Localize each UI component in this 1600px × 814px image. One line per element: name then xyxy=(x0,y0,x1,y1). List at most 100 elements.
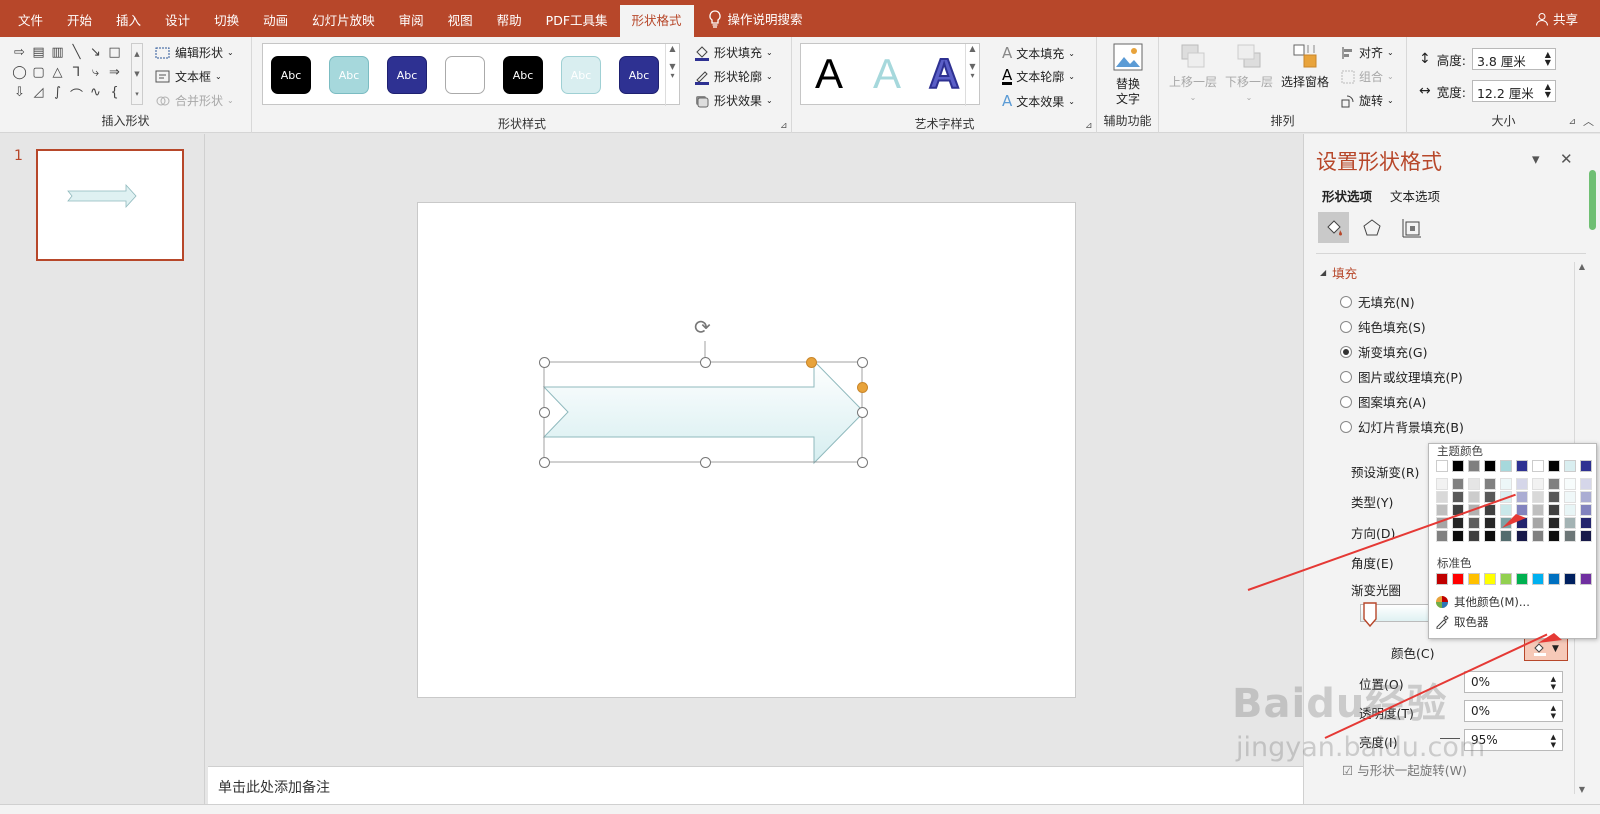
arrow-shape-icon[interactable]: ⇨ xyxy=(10,45,29,65)
style-swatch-navy[interactable]: Abc xyxy=(387,56,427,94)
style-swatch-navy-2[interactable]: Abc xyxy=(619,56,659,94)
theme-shade-swatch[interactable] xyxy=(1548,491,1560,503)
shape-gallery-scroll[interactable]: ▲ ▼ ▾ xyxy=(131,43,143,105)
text-outline-button[interactable]: A 文本轮廓 ⌄ xyxy=(1002,67,1075,85)
style-swatch-white[interactable] xyxy=(445,56,485,94)
theme-color-swatch[interactable] xyxy=(1532,460,1544,472)
theme-shade-swatch[interactable] xyxy=(1532,517,1544,529)
right-arrow-icon[interactable]: ⇒ xyxy=(105,65,124,85)
radio-gradient-fill[interactable]: 渐变填充(G) xyxy=(1340,342,1427,361)
theme-shade-swatch[interactable] xyxy=(1564,517,1576,529)
tab-help[interactable]: 帮助 xyxy=(485,0,534,37)
group-button[interactable]: 组合 ⌄ xyxy=(1341,68,1394,85)
triangle-shape-icon[interactable]: △ xyxy=(48,65,67,85)
theme-shade-swatch[interactable] xyxy=(1484,478,1496,490)
theme-shade-swatch[interactable] xyxy=(1452,478,1464,490)
theme-shade-swatch[interactable] xyxy=(1468,517,1480,529)
scroll-down-icon[interactable]: ▼ xyxy=(1575,785,1589,794)
theme-shade-swatch[interactable] xyxy=(1436,478,1448,490)
radio-no-fill[interactable]: 无填充(N) xyxy=(1340,292,1415,311)
collapse-ribbon-icon[interactable]: ︿ xyxy=(1583,113,1594,129)
radio-background-fill[interactable]: 幻灯片背景填充(B) xyxy=(1340,417,1464,436)
brace-icon[interactable]: { xyxy=(105,85,124,105)
share-button[interactable]: 共享 xyxy=(1535,0,1578,37)
tab-text-options[interactable]: 文本选项 xyxy=(1390,186,1440,205)
pane-options-chevron-icon[interactable]: ▾ xyxy=(1532,150,1540,168)
transparency-input[interactable]: 0% ▲ ▼ xyxy=(1464,700,1563,722)
theme-shade-swatch[interactable] xyxy=(1532,491,1544,503)
tab-transitions[interactable]: 切换 xyxy=(202,0,251,37)
theme-shade-swatch[interactable] xyxy=(1516,478,1528,490)
theme-shade-swatch[interactable] xyxy=(1564,491,1576,503)
shape-outline-button[interactable]: 形状轮廓 ⌄ xyxy=(694,68,773,85)
theme-shade-swatch[interactable] xyxy=(1468,478,1480,490)
style-swatch-black-2[interactable]: Abc xyxy=(503,56,543,94)
theme-shade-swatch[interactable] xyxy=(1580,491,1592,503)
style-swatch-black[interactable]: Abc xyxy=(271,56,311,94)
slide-canvas[interactable]: ⟳ xyxy=(417,202,1076,698)
tab-pdf-tools[interactable]: PDF工具集 xyxy=(534,0,620,37)
wordart-teal[interactable]: A xyxy=(873,50,901,98)
style-swatch-light-teal[interactable]: Abc xyxy=(329,56,369,94)
rectangle-shape-icon[interactable]: □ xyxy=(105,45,124,65)
spinner-icon[interactable]: ▲ ▼ xyxy=(1551,704,1556,720)
rotate-handle-icon[interactable]: ⟳ xyxy=(694,315,711,339)
theme-color-swatch[interactable] xyxy=(1548,460,1560,472)
theme-color-swatch[interactable] xyxy=(1564,460,1576,472)
tab-insert[interactable]: 插入 xyxy=(104,0,153,37)
theme-shade-swatch[interactable] xyxy=(1484,530,1496,542)
standard-color-swatch[interactable] xyxy=(1532,573,1544,585)
theme-shade-swatch[interactable] xyxy=(1516,491,1528,503)
radio-solid-fill[interactable]: 纯色填充(S) xyxy=(1340,317,1426,336)
spinner-icon[interactable]: ▲ ▼ xyxy=(1551,733,1556,749)
arc-icon[interactable]: ⌒ xyxy=(67,85,86,105)
theme-shade-swatch[interactable] xyxy=(1516,530,1528,542)
style-swatch-pale-teal[interactable]: Abc xyxy=(561,56,601,94)
theme-shade-swatch[interactable] xyxy=(1452,517,1464,529)
theme-color-swatch[interactable] xyxy=(1516,460,1528,472)
theme-shade-swatch[interactable] xyxy=(1468,491,1480,503)
theme-shade-swatch[interactable] xyxy=(1500,517,1512,529)
align-button[interactable]: 对齐 ⌄ xyxy=(1341,44,1394,61)
theme-shade-swatch[interactable] xyxy=(1452,491,1464,503)
resize-handle-bottom-left[interactable] xyxy=(539,457,550,468)
tab-home[interactable]: 开始 xyxy=(55,0,104,37)
fill-line-category[interactable] xyxy=(1318,212,1349,243)
text-fill-button[interactable]: A 文本填充 ⌄ xyxy=(1002,44,1075,62)
notes-pane[interactable]: 单击此处添加备注 xyxy=(208,766,1303,804)
elbow-arrow-icon[interactable]: ⤷ xyxy=(86,65,105,85)
close-icon[interactable]: ✕ xyxy=(1560,150,1573,168)
theme-color-swatch[interactable] xyxy=(1468,460,1480,472)
theme-shade-swatch[interactable] xyxy=(1532,478,1544,490)
theme-shade-swatch[interactable] xyxy=(1452,530,1464,542)
scribble-icon[interactable]: ∫ xyxy=(48,85,67,105)
theme-shade-swatch[interactable] xyxy=(1468,530,1480,542)
theme-shade-swatch[interactable] xyxy=(1548,530,1560,542)
shape-effects-button[interactable]: 形状效果 ⌄ xyxy=(694,92,773,109)
standard-color-swatch[interactable] xyxy=(1452,573,1464,585)
arrow-line-icon[interactable]: ↘ xyxy=(86,45,105,65)
theme-shade-swatch[interactable] xyxy=(1564,478,1576,490)
oval-shape-icon[interactable]: ◯ xyxy=(10,65,29,85)
theme-shade-swatch[interactable] xyxy=(1564,530,1576,542)
radio-picture-fill[interactable]: 图片或纹理填充(P) xyxy=(1340,367,1463,386)
resize-handle-top[interactable] xyxy=(700,357,711,368)
theme-shade-swatch[interactable] xyxy=(1500,478,1512,490)
tab-shape-options[interactable]: 形状选项 xyxy=(1322,186,1372,205)
wordart-gallery-scroll[interactable]: ▲ ▼ ▾ xyxy=(965,44,979,106)
height-input[interactable]: 3.8 厘米 ▲ ▼ xyxy=(1471,48,1556,70)
standard-color-swatch[interactable] xyxy=(1468,573,1480,585)
down-arrow-icon[interactable]: ⇩ xyxy=(10,85,29,105)
dialog-launcher-icon[interactable]: ⊿ xyxy=(1085,121,1093,131)
spinner-icon[interactable]: ▲ ▼ xyxy=(1551,675,1556,691)
theme-shade-swatch[interactable] xyxy=(1436,504,1448,516)
rotate-button[interactable]: 旋转 ⌄ xyxy=(1341,92,1394,109)
shape-fill-button[interactable]: 形状填充 ⌄ xyxy=(694,44,773,61)
theme-shade-swatch[interactable] xyxy=(1516,504,1528,516)
resize-handle-right[interactable] xyxy=(857,407,868,418)
selected-arrow-shape[interactable] xyxy=(418,203,1077,699)
tab-animations[interactable]: 动画 xyxy=(251,0,300,37)
text-effects-button[interactable]: A 文本效果 ⌄ xyxy=(1002,92,1075,110)
theme-shade-swatch[interactable] xyxy=(1548,504,1560,516)
send-backward-button[interactable]: 下移一层 ⌄ xyxy=(1223,43,1275,105)
